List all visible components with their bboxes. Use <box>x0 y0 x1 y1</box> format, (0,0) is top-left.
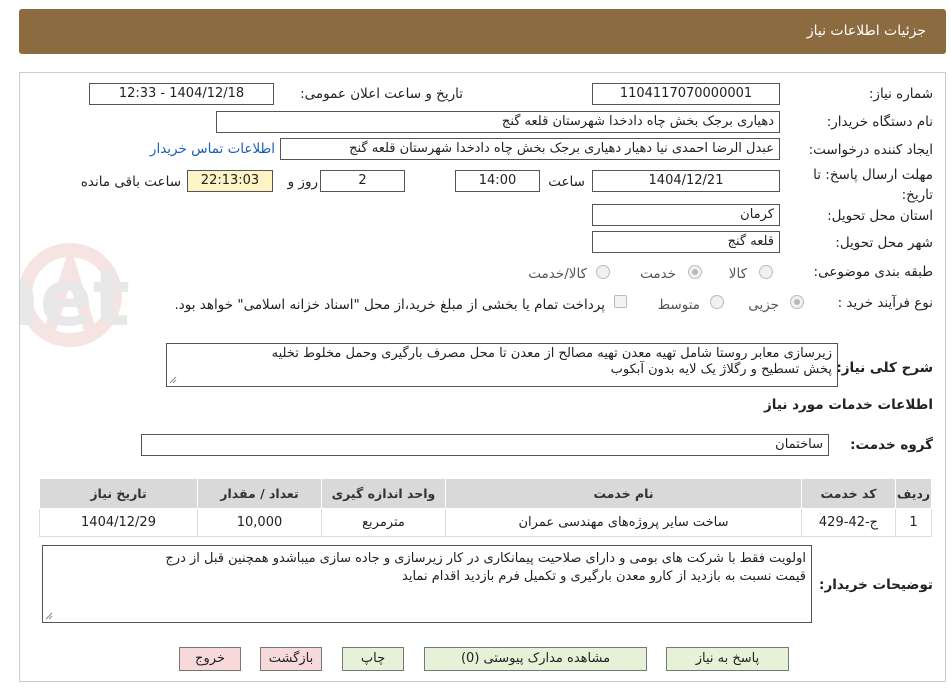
process-minor-radio[interactable] <box>790 295 804 309</box>
col-date-header: تاریخ نیاز <box>39 478 198 509</box>
back-button[interactable]: بازگشت <box>260 647 322 671</box>
process-minor-label: جزیی <box>748 297 779 313</box>
category-label: طبقه بندی موضوعی: <box>813 264 933 280</box>
table-row[interactable]: 1 ج-42-429 ساخت سایر پروژه‌های مهندسی عم… <box>39 508 932 537</box>
creator-field[interactable]: عبدل الرضا احمدی نیا دهیار دهیاری برجک ب… <box>280 138 780 160</box>
services-section-title: اطلاعات خدمات مورد نیاز <box>763 397 933 413</box>
category-goods-radio[interactable] <box>759 265 773 279</box>
summary-label: شرح کلی نیاز: <box>836 360 933 376</box>
cell-service-name: ساخت سایر پروژه‌های مهندسی عمران <box>445 508 802 537</box>
reply-button[interactable]: پاسخ به نیاز <box>666 647 789 671</box>
remaining-time-label: ساعت باقی مانده <box>80 174 181 190</box>
announce-datetime-field[interactable]: 1404/12/18 - 12:33 <box>89 83 274 105</box>
summary-textarea[interactable]: زیرسازی معابر روستا شامل تهیه معدن تهیه … <box>166 343 838 387</box>
days-remaining-field[interactable]: 2 <box>320 170 405 192</box>
service-group-label: گروه خدمت: <box>850 437 933 453</box>
buyer-org-label: نام دستگاه خریدار: <box>826 114 933 130</box>
deadline-time-label: ساعت <box>548 174 585 190</box>
cell-row-number: 1 <box>895 508 932 537</box>
summary-line-2: پخش تسطیح و رگلاژ یک لایه بدون آبکوب <box>610 362 832 377</box>
process-medium-radio[interactable] <box>710 295 724 309</box>
deadline-label: مهلت ارسال پاسخ: تا تاریخ: <box>813 167 933 203</box>
category-both-label: کالا/خدمت <box>528 266 587 282</box>
buyer-org-field[interactable]: دهیاری برجک بخش چاه دادخدا شهرستان قلعه … <box>216 111 780 133</box>
cell-service-code: ج-42-429 <box>801 508 896 537</box>
resize-grip-icon[interactable] <box>169 376 177 384</box>
col-unit-header: واحد اندازه گیری <box>321 478 446 509</box>
need-number-field[interactable]: 1104117070000001 <box>592 83 780 105</box>
page-title: جزئیات اطلاعات نیاز <box>806 23 926 39</box>
buyer-contact-link[interactable]: اطلاعات تماس خریدار <box>150 141 275 157</box>
creator-label: ایجاد کننده درخواست: <box>808 142 933 158</box>
exit-button[interactable]: خروج <box>179 647 241 671</box>
need-number-label: شماره نیاز: <box>868 86 933 102</box>
col-row-header: ردیف <box>895 478 932 509</box>
print-button[interactable]: چاپ <box>342 647 404 671</box>
col-code-header: کد خدمت <box>801 478 896 509</box>
cell-quantity: 10,000 <box>197 508 322 537</box>
service-group-field[interactable]: ساختمان <box>141 434 829 456</box>
province-field[interactable]: کرمان <box>592 204 780 226</box>
announce-datetime-label: تاریخ و ساعت اعلان عمومی: <box>300 86 463 102</box>
col-name-header: نام خدمت <box>445 478 802 509</box>
page-header: جزئیات اطلاعات نیاز <box>19 9 946 54</box>
category-goods-label: کالا <box>728 266 747 282</box>
view-attachments-button[interactable]: مشاهده مدارک پیوستی (0) <box>424 647 647 671</box>
city-label: شهر محل تحویل: <box>835 235 933 251</box>
treasury-bonds-checkbox[interactable] <box>614 295 627 308</box>
category-service-label: خدمت <box>640 266 676 282</box>
table-header-row: ردیف کد خدمت نام خدمت واحد اندازه گیری ت… <box>39 478 932 509</box>
cell-need-date: 1404/12/29 <box>39 508 198 537</box>
buyer-notes-line-2: قیمت نسبت به بازدید از کارو معدن بارگیری… <box>402 569 806 584</box>
days-label: روز و <box>287 174 318 190</box>
deadline-time-field[interactable]: 14:00 <box>455 170 540 192</box>
buyer-notes-label: توضیحات خریدار: <box>819 577 933 593</box>
services-table: ردیف کد خدمت نام خدمت واحد اندازه گیری ت… <box>39 478 932 537</box>
cell-unit: مترمربع <box>321 508 446 537</box>
resize-grip-icon[interactable] <box>45 612 53 620</box>
col-quantity-header: تعداد / مقدار <box>197 478 322 509</box>
category-service-radio[interactable] <box>688 265 702 279</box>
category-both-radio[interactable] <box>596 265 610 279</box>
summary-line-1: زیرسازی معابر روستا شامل تهیه معدن تهیه … <box>271 346 832 361</box>
remaining-time-field[interactable]: 22:13:03 <box>187 170 273 192</box>
city-field[interactable]: قلعه گنج <box>592 231 780 253</box>
buyer-notes-textarea[interactable]: اولویت فقط با شرکت های بومی و دارای صلاح… <box>42 545 812 623</box>
deadline-date-field[interactable]: 1404/12/21 <box>592 170 780 192</box>
treasury-bonds-note: پرداخت تمام یا بخشی از مبلغ خرید،از محل … <box>174 297 605 313</box>
province-label: استان محل تحویل: <box>827 208 933 224</box>
process-label: نوع فرآیند خرید : <box>837 295 933 311</box>
buyer-notes-line-1: اولویت فقط با شرکت های بومی و دارای صلاح… <box>165 551 806 566</box>
process-medium-label: متوسط <box>657 297 700 313</box>
